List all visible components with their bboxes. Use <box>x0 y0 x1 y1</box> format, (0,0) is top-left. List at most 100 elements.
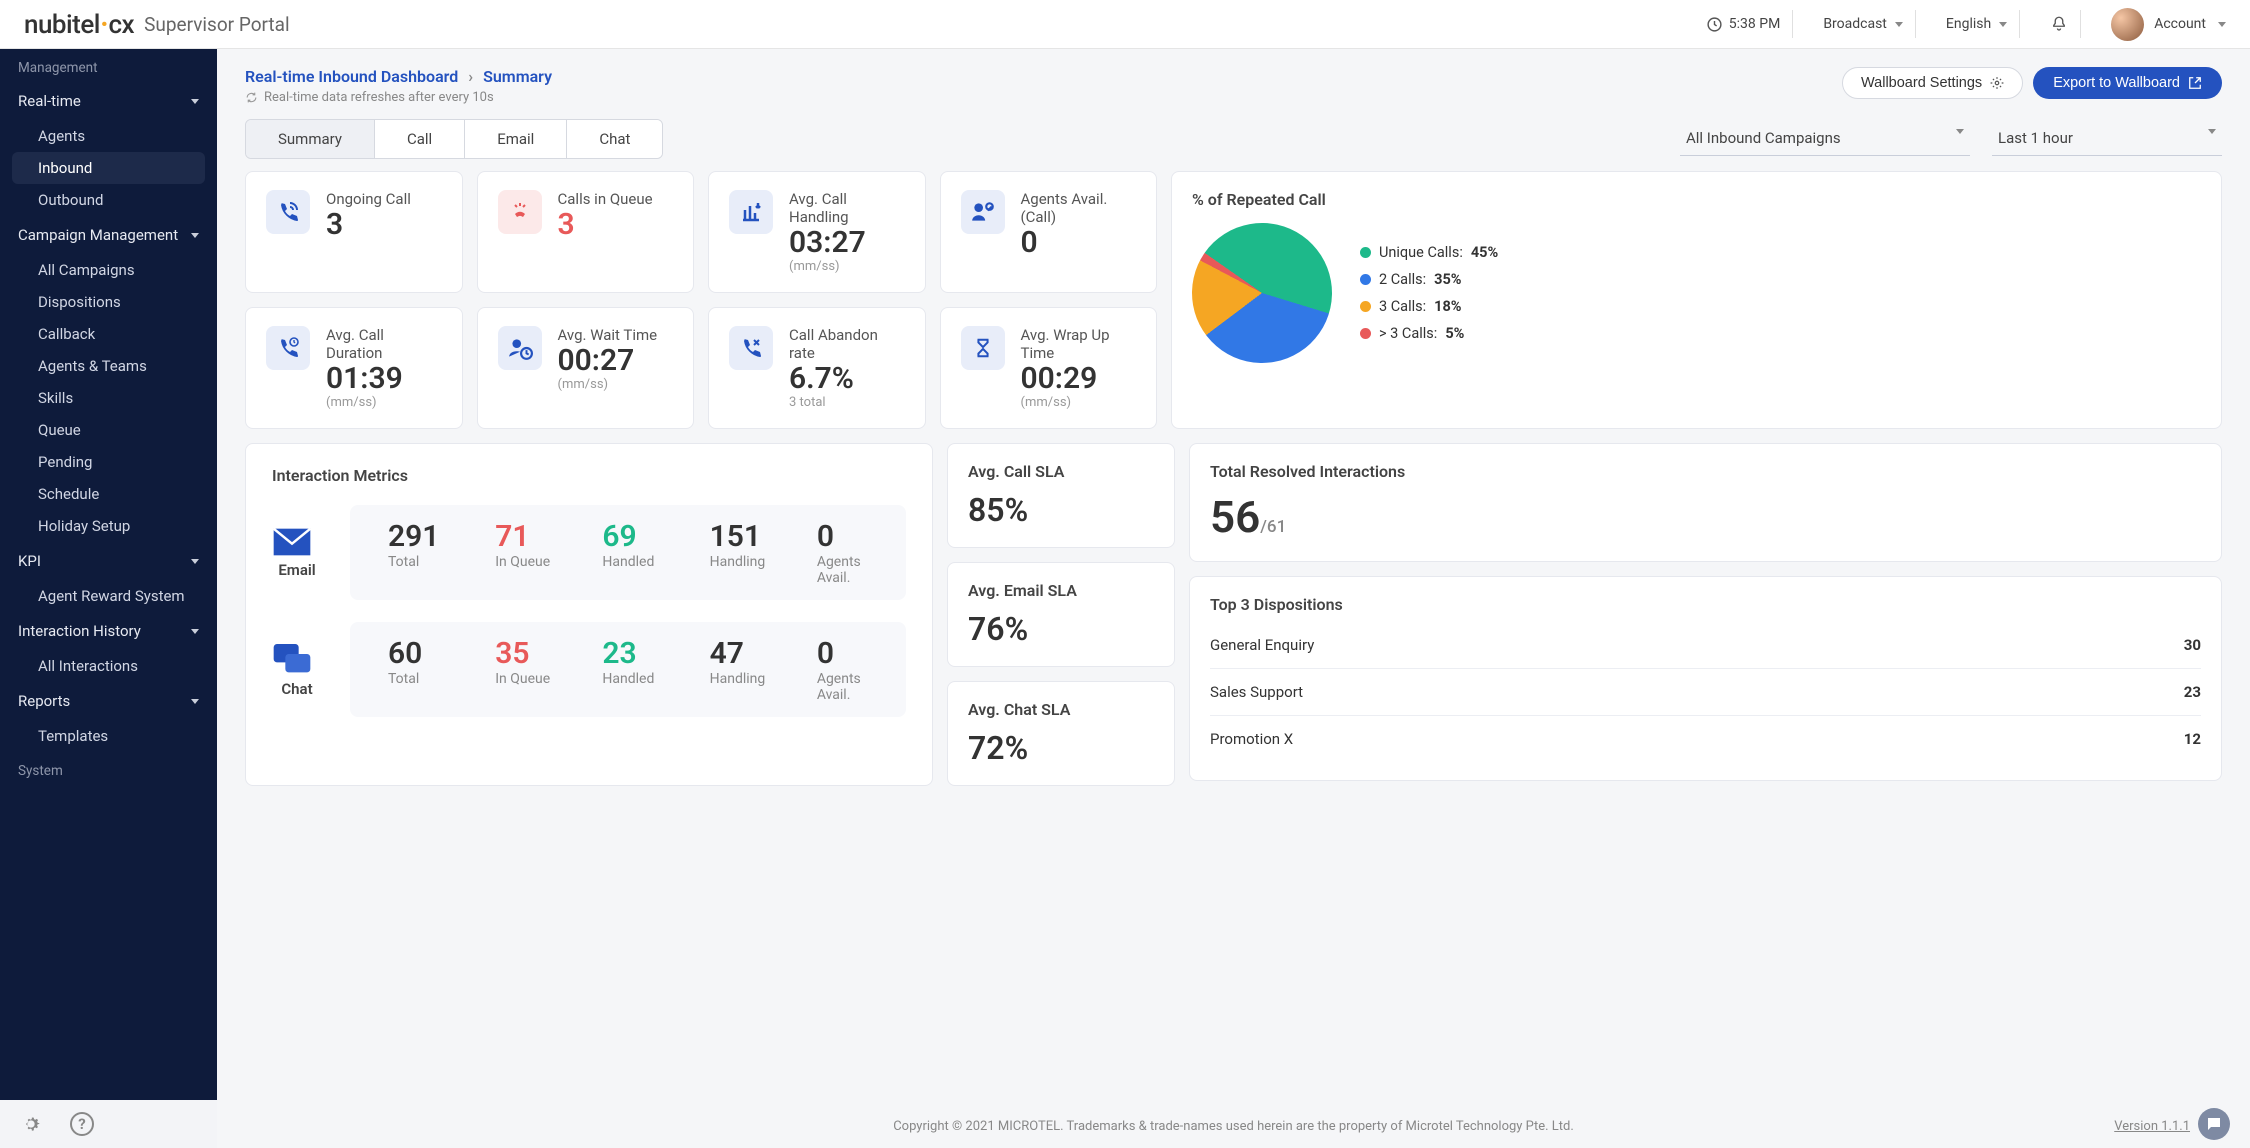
broadcast-menu[interactable]: Broadcast <box>1811 10 1916 38</box>
metric-value: 151 <box>710 519 789 554</box>
sidebar-item-pending[interactable]: Pending <box>0 446 217 478</box>
export-icon <box>2188 76 2202 90</box>
metric-label: Agents Avail. <box>817 554 896 586</box>
metric-value: 0 <box>1021 226 1137 259</box>
sidebar-group-history[interactable]: Interaction History <box>0 612 217 650</box>
refresh-text: Real-time data refreshes after every 10s <box>264 90 494 105</box>
sidebar-item-skills[interactable]: Skills <box>0 382 217 414</box>
chat-metrics-row: 60Total 35In Queue 23Handled 47Handling … <box>350 622 906 717</box>
disp-name: Promotion X <box>1210 730 1293 748</box>
metric-label: Avg. Call Duration <box>326 326 442 362</box>
metric-label: Avg. Wait Time <box>558 326 658 344</box>
metric-value: 0 <box>817 636 896 671</box>
disposition-row: Sales Support23 <box>1210 669 2201 716</box>
broadcast-label: Broadcast <box>1823 16 1887 32</box>
tab-chat[interactable]: Chat <box>567 120 662 158</box>
metric-abandon-rate: Call Abandon rate6.7%3 total <box>708 307 926 429</box>
tabs: Summary Call Email Chat <box>245 119 663 159</box>
metric-value: 3 <box>326 208 411 241</box>
campaign-select[interactable]: All Inbound Campaigns <box>1680 123 1970 156</box>
select-value: All Inbound Campaigns <box>1686 129 1841 147</box>
tab-summary[interactable]: Summary <box>246 120 375 158</box>
sidebar-item-holiday[interactable]: Holiday Setup <box>0 510 217 542</box>
sidebar-item-agents[interactable]: Agents <box>0 120 217 152</box>
sidebar-item-agent-reward[interactable]: Agent Reward System <box>0 580 217 612</box>
notifications-button[interactable] <box>2038 10 2081 38</box>
phone-x-icon <box>729 326 773 370</box>
sidebar-section-management: Management <box>0 49 217 82</box>
avatar <box>2111 8 2144 41</box>
sidebar-label: Campaign Management <box>18 226 178 244</box>
chevron-down-icon <box>191 99 199 104</box>
tab-email[interactable]: Email <box>465 120 567 158</box>
export-wallboard-button[interactable]: Export to Wallboard <box>2033 67 2222 99</box>
sidebar-item-queue[interactable]: Queue <box>0 414 217 446</box>
metric-label: Avg. Call Handling <box>789 190 905 226</box>
metric-calls-in-queue: Calls in Queue3 <box>477 171 695 293</box>
disp-name: Sales Support <box>1210 683 1303 701</box>
sidebar: Management Real-time Agents Inbound Outb… <box>0 49 217 1148</box>
select-value: Last 1 hour <box>1998 129 2073 147</box>
breadcrumb-current: Summary <box>483 67 552 86</box>
sidebar-item-inbound[interactable]: Inbound <box>12 152 205 184</box>
refresh-icon <box>245 91 258 104</box>
sidebar-group-campaign[interactable]: Campaign Management <box>0 216 217 254</box>
sidebar-item-dispositions[interactable]: Dispositions <box>0 286 217 318</box>
metric-label: Agents Avail. <box>817 671 896 703</box>
swatch-icon <box>1360 301 1371 312</box>
sidebar-item-all-interactions[interactable]: All Interactions <box>0 650 217 682</box>
sidebar-item-outbound[interactable]: Outbound <box>0 184 217 216</box>
live-chat-button[interactable] <box>2198 1108 2230 1140</box>
metric-agents-avail: Agents Avail. (Call)0 <box>940 171 1158 293</box>
interaction-metrics-card: Interaction Metrics Email 291Total 71In … <box>245 443 933 786</box>
metric-value: 3 <box>558 208 653 241</box>
sidebar-item-callback[interactable]: Callback <box>0 318 217 350</box>
range-select[interactable]: Last 1 hour <box>1992 123 2222 156</box>
phone-icon <box>266 190 310 234</box>
chevron-down-icon <box>191 699 199 704</box>
sidebar-item-templates[interactable]: Templates <box>0 720 217 752</box>
card-value: 85% <box>968 491 1154 529</box>
metric-value: 60 <box>388 636 467 671</box>
language-menu[interactable]: English <box>1934 10 2020 38</box>
card-title: Avg. Call SLA <box>968 462 1154 481</box>
gear-icon <box>1990 76 2004 90</box>
help-icon[interactable]: ? <box>70 1112 94 1136</box>
disp-count: 30 <box>2184 636 2201 654</box>
breadcrumb: Real-time Inbound Dashboard › Summary <box>245 67 552 86</box>
metric-ongoing-call: Ongoing Call3 <box>245 171 463 293</box>
gear-icon[interactable] <box>20 1113 42 1135</box>
metric-label: In Queue <box>495 671 574 687</box>
sidebar-group-reports[interactable]: Reports <box>0 682 217 720</box>
resolved-value: 56/61 <box>1210 491 2201 543</box>
wallboard-settings-button[interactable]: Wallboard Settings <box>1842 67 2023 99</box>
repeated-call-card: % of Repeated Call Unique Calls: 45% 2 C… <box>1171 171 2222 429</box>
legend-item: Unique Calls: 45% <box>1360 244 1498 261</box>
tab-call[interactable]: Call <box>375 120 465 158</box>
legend-item: 3 Calls: 18% <box>1360 298 1498 315</box>
dispositions-card: Top 3 Dispositions General Enquiry30 Sal… <box>1189 576 2222 781</box>
metric-sub: (mm/ss) <box>326 395 442 410</box>
metric-value: 6.7% <box>789 362 905 395</box>
chevron-down-icon <box>1895 22 1903 27</box>
card-title: Top 3 Dispositions <box>1210 595 2201 614</box>
sidebar-item-all-campaigns[interactable]: All Campaigns <box>0 254 217 286</box>
metric-avg-duration: Avg. Call Duration01:39(mm/ss) <box>245 307 463 429</box>
sidebar-group-kpi[interactable]: KPI <box>0 542 217 580</box>
metric-value: 23 <box>602 636 681 671</box>
metric-label: Handled <box>602 554 681 570</box>
card-title: % of Repeated Call <box>1192 190 2201 209</box>
metric-label: Handling <box>710 671 789 687</box>
bell-icon <box>2050 15 2068 33</box>
sidebar-item-agents-teams[interactable]: Agents & Teams <box>0 350 217 382</box>
version-link[interactable]: Version 1.1.1 <box>2114 1119 2190 1134</box>
account-menu[interactable]: Account <box>2099 10 2226 38</box>
metric-label: Total <box>388 554 467 570</box>
sidebar-group-realtime[interactable]: Real-time <box>0 82 217 120</box>
breadcrumb-root[interactable]: Real-time Inbound Dashboard <box>245 67 458 86</box>
card-title: Total Resolved Interactions <box>1210 462 2201 481</box>
sidebar-item-schedule[interactable]: Schedule <box>0 478 217 510</box>
metric-value: 35 <box>495 636 574 671</box>
bar-chart-icon <box>729 190 773 234</box>
card-value: 72% <box>968 729 1154 767</box>
